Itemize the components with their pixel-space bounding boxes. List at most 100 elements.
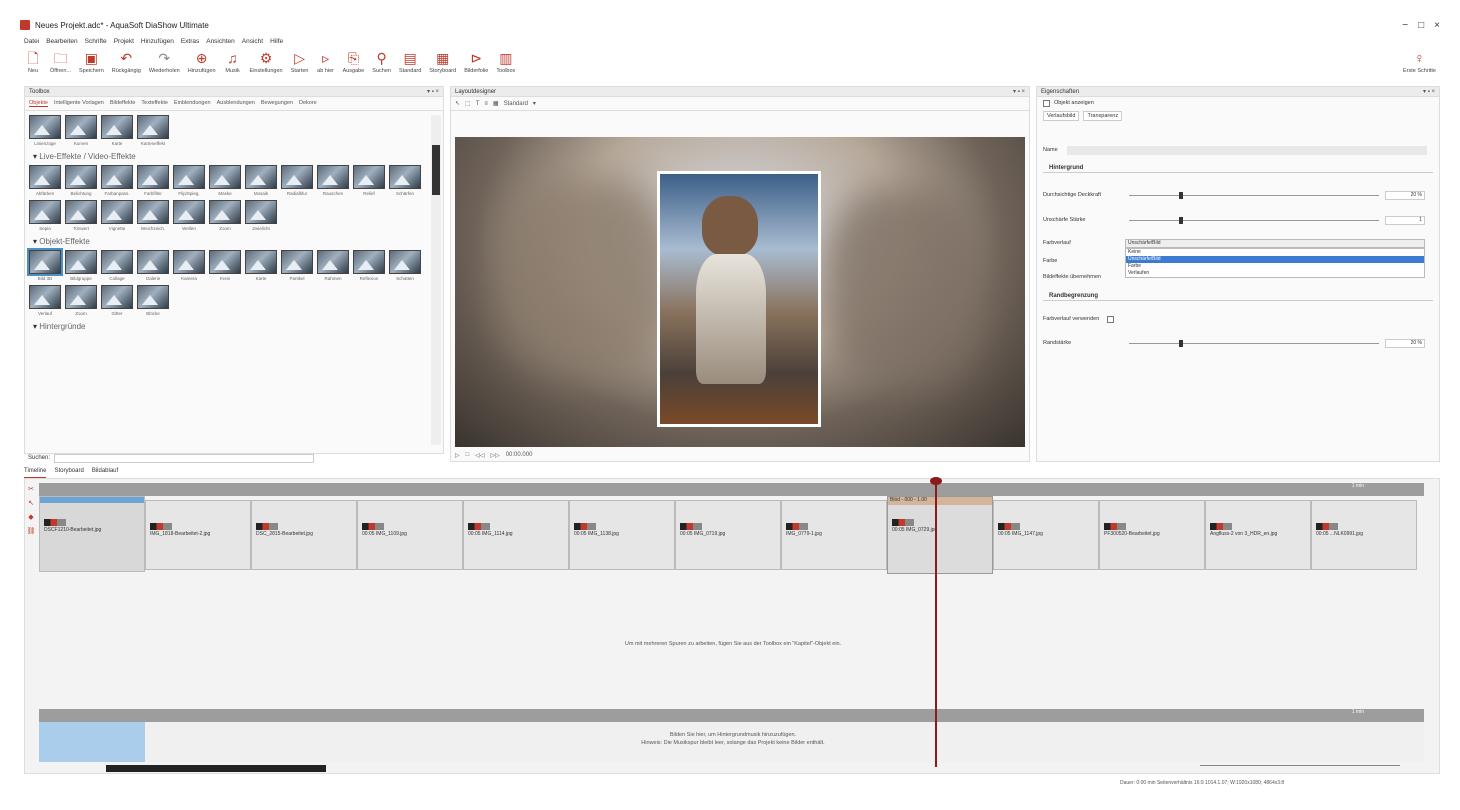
toolbar-button-open[interactable]: 🗀 Öffnen... [50, 50, 71, 74]
timeline-clip[interactable]: DSC_2815-Bearbeitet.jpg [251, 500, 357, 570]
play-icon[interactable]: ▷ [455, 452, 460, 459]
effect-item[interactable]: Flip/Spieg. [173, 165, 205, 196]
grid-icon[interactable]: ▦ [493, 100, 499, 107]
menu-hilfe[interactable]: Hilfe [270, 38, 283, 48]
effect-item[interactable]: Schatten [389, 250, 421, 281]
effect-item[interactable]: Partikel [281, 250, 313, 281]
effect-item[interactable]: Maske [209, 165, 241, 196]
toolbar-button-storyboard[interactable]: ▦ Storyboard [429, 50, 456, 74]
effect-item[interactable]: Vignette [101, 200, 133, 231]
panel-controls-icon[interactable]: ▾ ▪ × [1013, 87, 1025, 97]
maximize-icon[interactable]: □ [1418, 20, 1424, 31]
section-backgrounds[interactable]: Hintergründe [33, 322, 443, 331]
effect-item[interactable]: Verlauf [29, 285, 61, 316]
effect-item[interactable]: Wellen [173, 200, 205, 231]
toolbar-button-toolbox[interactable]: ▥ Toolbox [496, 50, 515, 74]
toolbox-tab[interactable]: Bildeffekte [110, 100, 136, 107]
first-steps-button[interactable]: ♀ Erste Schritte [1403, 50, 1436, 74]
effect-item[interactable]: Zwielicht [245, 200, 277, 231]
section-object-effects[interactable]: Objekt-Effekte [33, 237, 443, 246]
cut-icon[interactable]: ✂ [28, 485, 34, 493]
rewind-icon[interactable]: ◁◁ [475, 452, 484, 459]
panel-controls-icon[interactable]: ▾ ▪ × [1423, 87, 1435, 97]
effect-item[interactable]: Radialblur [281, 165, 313, 196]
tab-timeline[interactable]: Timeline [24, 468, 47, 478]
tab-verlaufsbild[interactable]: Verlaufsbild [1043, 111, 1080, 121]
effect-item[interactable]: Gitter [101, 285, 133, 316]
effect-item[interactable]: Schärfen [389, 165, 421, 196]
marker-icon[interactable]: ◆ [28, 513, 33, 521]
slider-knob[interactable] [1179, 339, 1183, 347]
effect-item[interactable]: Linienzüge [29, 115, 61, 146]
preview-canvas[interactable] [455, 137, 1025, 447]
slider-knob[interactable] [1179, 216, 1183, 224]
farbverlauf-option[interactable]: Farbe [1126, 263, 1424, 270]
toolbox-search-input[interactable] [54, 453, 315, 463]
menu-ansicht[interactable]: Ansicht [242, 38, 263, 48]
select-icon[interactable]: ↖ [28, 499, 34, 507]
toolbox-tab[interactable]: Intelligente Vorlagen [54, 100, 104, 107]
effect-item[interactable]: Collage [101, 250, 133, 281]
effect-item[interactable]: Bild 3D [27, 248, 63, 281]
menu-extras[interactable]: Extras [181, 38, 199, 48]
border-checkbox[interactable] [1107, 315, 1115, 323]
effect-item[interactable]: Kurven [65, 115, 97, 146]
panel-controls-icon[interactable]: ▾ ▪ × [427, 87, 439, 97]
crop-icon[interactable]: ⬚ [465, 100, 471, 107]
effect-item[interactable]: Blöcke [137, 285, 169, 316]
farbverlauf-option[interactable]: Unschärfe/Bild [1126, 256, 1424, 263]
slider-knob[interactable] [1179, 191, 1183, 199]
toolbar-button-settings[interactable]: ⚙ Einstellungen [250, 50, 283, 74]
effect-item[interactable]: Karteneffekt [137, 115, 169, 146]
timeline-clip[interactable]: PF300520-Bearbeitet.jpg [1099, 500, 1205, 570]
effect-item[interactable]: Farbanpass. [101, 165, 133, 196]
effect-item[interactable]: Karte [245, 250, 277, 281]
timeline-clip[interactable]: 00:05 IMG_1138.jpg [569, 500, 675, 570]
tab-storyboard[interactable]: Storyboard [54, 468, 83, 478]
music-ruler[interactable]: 1 min [39, 709, 1424, 722]
randstaerke-slider[interactable] [1129, 339, 1379, 347]
menu-projekt[interactable]: Projekt [114, 38, 134, 48]
toolbox-tab[interactable]: Einblendungen [174, 100, 211, 107]
zoom-select[interactable]: Standard [504, 101, 528, 107]
deckkraft-value[interactable]: 20 % [1385, 190, 1425, 200]
name-input[interactable] [1067, 146, 1427, 155]
forward-icon[interactable]: ▷▷ [490, 452, 499, 459]
effect-item[interactable]: Mosaik [245, 165, 277, 196]
toolbar-button-play[interactable]: ▷ Starten [291, 50, 309, 74]
effect-item[interactable]: Abfärben [29, 165, 61, 196]
effect-item[interactable]: Farbfilter [137, 165, 169, 196]
timeline-clip[interactable]: IMG_0779-1.jpg [781, 500, 887, 570]
playhead[interactable] [930, 477, 942, 767]
timeline-zoom-slider[interactable] [1200, 765, 1400, 766]
timeline-ruler[interactable]: 1 min [39, 483, 1424, 496]
randstaerke-value[interactable]: 20 % [1385, 338, 1425, 348]
timeline-clip[interactable]: Blöd - 000 - 1.00 00:05 IMG_0729.jpg [887, 496, 993, 574]
toolbar-button-save[interactable]: ▣ Speichern [79, 50, 104, 74]
effect-item[interactable]: Tonwert [65, 200, 97, 231]
toolbar-button-redo[interactable]: ↷ Wiederholen [149, 50, 180, 74]
pointer-icon[interactable]: ↖ [455, 100, 460, 107]
show-object-checkbox[interactable] [1043, 99, 1050, 107]
menu-bearbeiten[interactable]: Bearbeiten [46, 38, 77, 48]
text-icon[interactable]: T [476, 101, 480, 107]
minimize-icon[interactable]: − [1402, 20, 1408, 31]
dropdown-icon[interactable]: ▾ [533, 100, 536, 107]
effect-item[interactable]: Rahmen [317, 250, 349, 281]
stop-icon[interactable]: □ [466, 452, 470, 459]
toolbar-button-search[interactable]: ⚲ Suchen [372, 50, 391, 74]
close-icon[interactable]: × [1434, 20, 1440, 31]
toolbar-button-new-file[interactable]: 🗋 Neu [24, 50, 42, 74]
toolbox-tab[interactable]: Ausblendungen [217, 100, 255, 107]
menu-hinzufuegen[interactable]: Hinzufügen [141, 38, 174, 48]
toolbar-button-undo[interactable]: ↶ Rückgängig [112, 50, 141, 74]
timeline-clip[interactable]: 00:05 IMG_1114.jpg [463, 500, 569, 570]
toolbox-tab[interactable]: Bewegungen [261, 100, 293, 107]
timeline-clip[interactable]: IMG_1818-Bearbeitet-2.jpg [145, 500, 251, 570]
timeline-clip[interactable]: 00:05 IMG_1109.jpg [357, 500, 463, 570]
horizontal-scrollbar[interactable] [106, 764, 326, 772]
toolbar-button-music[interactable]: ♫ Musik [224, 50, 242, 74]
effect-item[interactable]: Relief [353, 165, 385, 196]
unschaerfe-value[interactable]: 1 [1385, 215, 1425, 225]
effect-item[interactable]: Kreis [209, 250, 241, 281]
